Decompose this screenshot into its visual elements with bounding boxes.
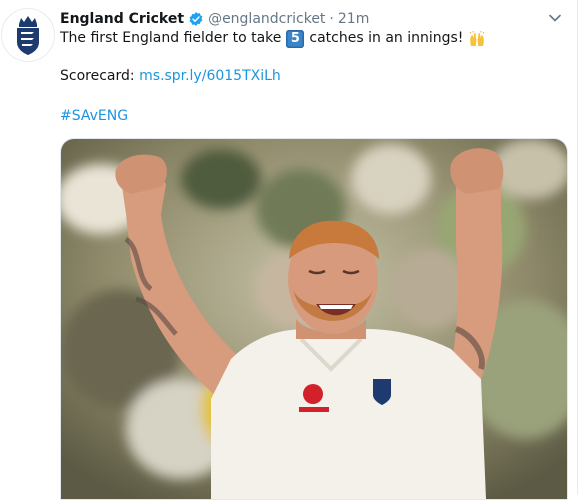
tweet-photo[interactable] <box>60 138 568 500</box>
chevron-down-icon[interactable] <box>548 11 562 25</box>
tweet-text: The first England fielder to take 5 catc… <box>60 29 565 48</box>
separator-dot: · <box>329 11 334 27</box>
keycap-five-emoji: 5 <box>286 29 305 48</box>
author-name[interactable]: England Cricket <box>60 11 184 27</box>
raising-hands-emoji <box>468 30 486 48</box>
timeline-border <box>577 0 578 495</box>
hashtag-link[interactable]: #SAvENG <box>60 108 128 124</box>
tweet-header: England Cricket @englandcricket · 21m <box>60 9 369 29</box>
scorecard-line: Scorecard: ms.spr.ly/6015TXiLh <box>60 68 281 84</box>
tweet-timestamp[interactable]: 21m <box>338 11 369 27</box>
avatar[interactable] <box>1 8 55 62</box>
author-handle[interactable]: @englandcricket <box>208 11 325 27</box>
scorecard-label: Scorecard: <box>60 68 135 84</box>
celebrating-player-photo <box>61 139 567 499</box>
scorecard-link[interactable]: ms.spr.ly/6015TXiLh <box>139 68 281 84</box>
tweet-text-part: catches in an innings! <box>309 30 464 46</box>
verified-badge-icon <box>188 11 204 27</box>
england-crest-icon <box>2 9 54 61</box>
tweet-text-part: The first England fielder to take <box>60 30 282 46</box>
